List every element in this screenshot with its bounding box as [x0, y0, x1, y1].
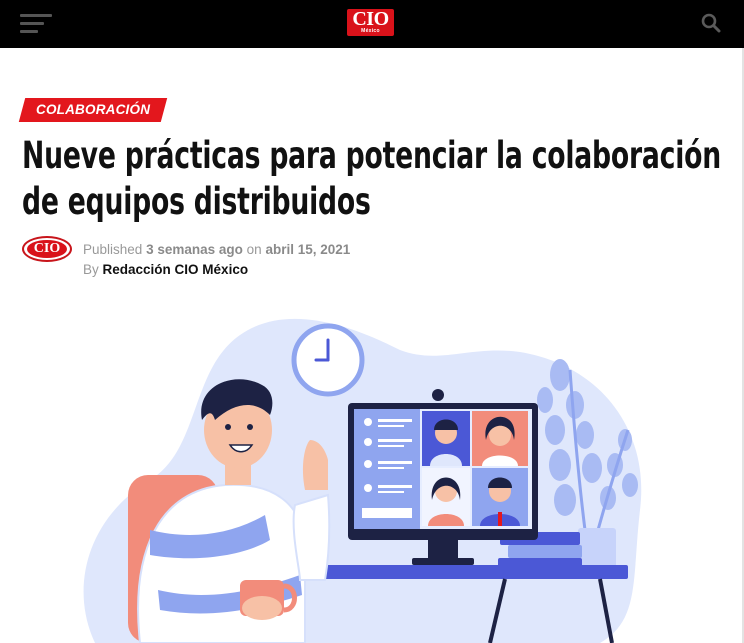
- publish-date: abril 15, 2021: [265, 242, 351, 257]
- author-avatar[interactable]: CIO: [22, 236, 72, 262]
- published-label: Published: [83, 242, 143, 257]
- publish-info: Published 3 semanas ago on abril 15, 202…: [83, 242, 350, 257]
- clock-icon: [291, 323, 365, 397]
- author-name-link[interactable]: Redacción CIO México: [103, 262, 249, 277]
- category-label: COLABORACIÓN: [36, 102, 151, 117]
- search-icon[interactable]: [701, 13, 721, 33]
- author-info: By Redacción CIO México: [83, 262, 248, 277]
- on-label: on: [246, 242, 262, 257]
- monitor-illustration: [348, 389, 538, 565]
- category-badge[interactable]: COLABORACIÓN: [18, 98, 168, 122]
- site-logo[interactable]: CIO México: [347, 9, 394, 36]
- hamburger-menu-icon[interactable]: [20, 12, 52, 36]
- top-nav-bar: CIO México: [0, 0, 744, 48]
- article-title: Nueve prácticas para potenciar la colabo…: [22, 134, 721, 223]
- avatar-text: CIO: [27, 240, 67, 258]
- relative-time: 3 semanas ago: [146, 242, 243, 257]
- logo-text: CIO: [352, 8, 389, 30]
- article-hero-image: [0, 290, 742, 643]
- by-label: By: [83, 262, 99, 277]
